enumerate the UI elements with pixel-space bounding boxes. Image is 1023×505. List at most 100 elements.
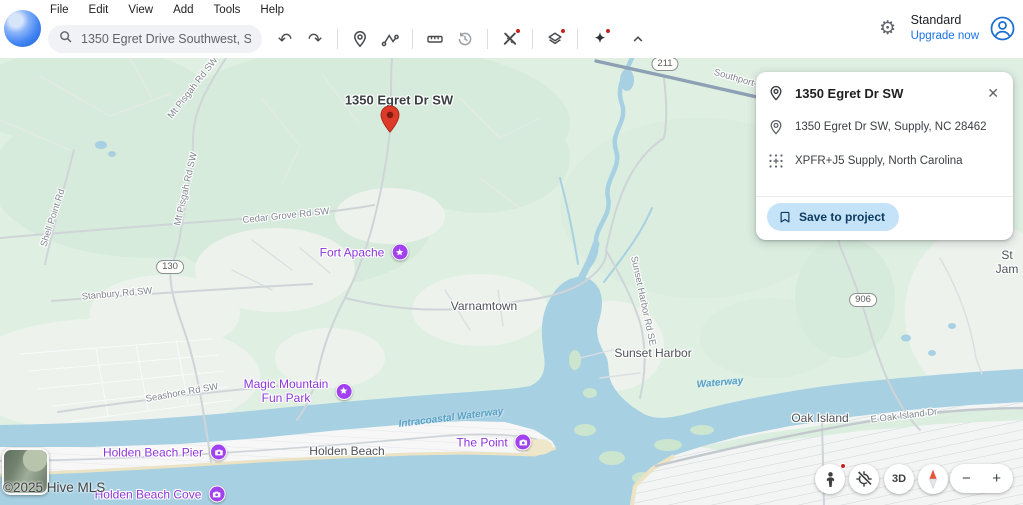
map-label: E Oak Island Dr bbox=[870, 406, 938, 425]
undo-icon: ↶ bbox=[278, 31, 292, 48]
map-label: Oak Island bbox=[791, 411, 848, 425]
place-address-row[interactable]: 1350 Egret Dr SW, Supply, NC 28462 bbox=[756, 110, 1013, 144]
map-label: Seashore Rd SW bbox=[145, 381, 219, 405]
save-label: Save to project bbox=[799, 210, 885, 224]
search-bar[interactable] bbox=[48, 25, 262, 53]
place-address: 1350 Egret Dr SW, Supply, NC 28462 bbox=[795, 121, 987, 133]
plus-code-icon bbox=[768, 153, 784, 169]
map-label: Sunset Harbor bbox=[614, 346, 691, 360]
avatar-icon bbox=[989, 15, 1016, 42]
map-attribution: ©2025 Hive MLS bbox=[3, 480, 105, 495]
divider bbox=[412, 29, 413, 49]
redo-button[interactable]: ↷ bbox=[300, 24, 330, 54]
map-label: Mt Pisgah Rd SW bbox=[166, 58, 221, 121]
plus-code: XPFR+J5 Supply, North Carolina bbox=[795, 155, 963, 167]
draw-path-button[interactable] bbox=[375, 24, 405, 54]
placemark-icon bbox=[351, 30, 369, 48]
route-shield: 906 bbox=[849, 293, 877, 307]
collapse-toolbar-button[interactable] bbox=[623, 24, 653, 54]
3d-button[interactable]: 3D bbox=[884, 464, 914, 494]
compass[interactable] bbox=[918, 464, 948, 494]
divider bbox=[577, 29, 578, 49]
redo-icon: ↷ bbox=[308, 31, 322, 48]
map-label: Varnamtown bbox=[451, 299, 517, 313]
chevron-up-icon bbox=[630, 31, 646, 47]
profile-button[interactable] bbox=[987, 13, 1017, 43]
menu-add[interactable]: Add bbox=[164, 2, 202, 18]
pegman-button[interactable] bbox=[815, 464, 845, 494]
route-shield: 211 bbox=[651, 58, 678, 71]
star-icon[interactable] bbox=[391, 244, 408, 261]
save-to-project-button[interactable]: Save to project bbox=[767, 203, 899, 231]
close-card-button[interactable]: ✕ bbox=[985, 83, 1001, 104]
creation-tools-button[interactable] bbox=[495, 24, 525, 54]
place-pin-icon bbox=[768, 85, 784, 101]
camera-icon[interactable] bbox=[210, 444, 227, 461]
my-location-button[interactable] bbox=[849, 464, 879, 494]
map-poi-label[interactable]: The Point bbox=[456, 434, 531, 451]
gear-icon: ⚙ bbox=[879, 19, 896, 38]
map-label: Waterway bbox=[696, 375, 743, 390]
menu-bar: File Edit View Add Tools Help bbox=[41, 2, 293, 18]
menu-tools[interactable]: Tools bbox=[205, 2, 250, 18]
place-title: 1350 Egret Dr SW bbox=[795, 86, 974, 101]
map-label: Shell Point Rd bbox=[38, 188, 67, 249]
notification-dot bbox=[605, 28, 611, 34]
place-card-header: 1350 Egret Dr SW ✕ bbox=[756, 72, 1013, 110]
map-label: St Jam bbox=[996, 248, 1019, 276]
plus-code-row[interactable]: XPFR+J5 Supply, North Carolina bbox=[756, 144, 1013, 178]
compass-needle-icon bbox=[920, 466, 946, 492]
layers-button[interactable] bbox=[540, 24, 570, 54]
account-area: ⚙ Standard Upgrade now bbox=[873, 13, 1017, 43]
zoom-control: − + bbox=[950, 464, 1013, 493]
3d-label: 3D bbox=[892, 473, 906, 485]
measure-button[interactable] bbox=[420, 24, 450, 54]
divider bbox=[337, 29, 338, 49]
add-placemark-button[interactable] bbox=[345, 24, 375, 54]
ruler-icon bbox=[426, 30, 444, 48]
place-card: 1350 Egret Dr SW ✕ 1350 Egret Dr SW, Sup… bbox=[756, 72, 1013, 240]
topbar: File Edit View Add Tools Help ↶ ↷ bbox=[0, 0, 1023, 58]
map-poi-label[interactable]: Holden Beach Pier bbox=[103, 444, 227, 461]
map-label: Intracoastal Waterway bbox=[398, 406, 504, 430]
divider bbox=[487, 29, 488, 49]
menu-file[interactable]: File bbox=[41, 2, 78, 18]
google-earth-logo[interactable] bbox=[4, 10, 41, 47]
notification-dot bbox=[840, 463, 846, 469]
notification-dot bbox=[515, 28, 521, 34]
upgrade-link[interactable]: Upgrade now bbox=[911, 29, 979, 43]
pegman-icon bbox=[822, 471, 839, 488]
ai-sparkle-button[interactable] bbox=[585, 24, 615, 54]
path-icon bbox=[381, 30, 399, 48]
notification-dot bbox=[560, 28, 566, 34]
address-pin-icon bbox=[768, 119, 784, 135]
history-icon bbox=[456, 30, 474, 48]
location-off-icon bbox=[855, 470, 873, 488]
star-icon[interactable] bbox=[335, 383, 352, 400]
menu-edit[interactable]: Edit bbox=[80, 2, 118, 18]
map-poi-label[interactable]: Fort Apache bbox=[320, 244, 409, 261]
camera-icon[interactable] bbox=[208, 486, 225, 503]
plan-info: Standard Upgrade now bbox=[911, 13, 979, 43]
search-result-pin[interactable] bbox=[380, 105, 400, 133]
menu-view[interactable]: View bbox=[119, 2, 162, 18]
search-input[interactable] bbox=[81, 32, 251, 46]
menu-help[interactable]: Help bbox=[251, 2, 293, 18]
history-button[interactable] bbox=[450, 24, 480, 54]
route-shield: 130 bbox=[156, 260, 184, 274]
map-label: Mt Pisgah Rd SW bbox=[172, 151, 200, 227]
settings-button[interactable]: ⚙ bbox=[873, 13, 903, 43]
toolbar: ↶ ↷ bbox=[48, 24, 653, 54]
card-divider bbox=[756, 196, 1013, 197]
undo-button[interactable]: ↶ bbox=[270, 24, 300, 54]
zoom-in-button[interactable]: + bbox=[990, 470, 1003, 487]
map-label: Sunset Harbor Rd SE bbox=[628, 255, 658, 347]
search-icon bbox=[58, 29, 74, 50]
map-poi-label[interactable]: Magic Mountain Fun Park bbox=[244, 377, 353, 405]
divider bbox=[532, 29, 533, 49]
map-label: Stanbury Rd SW bbox=[81, 285, 152, 302]
map-poi-label[interactable]: Holden Beach Cove bbox=[95, 486, 226, 503]
map-label: Cedar Grove Rd SW bbox=[242, 206, 330, 226]
camera-icon[interactable] bbox=[515, 434, 532, 451]
zoom-out-button[interactable]: − bbox=[960, 470, 973, 487]
